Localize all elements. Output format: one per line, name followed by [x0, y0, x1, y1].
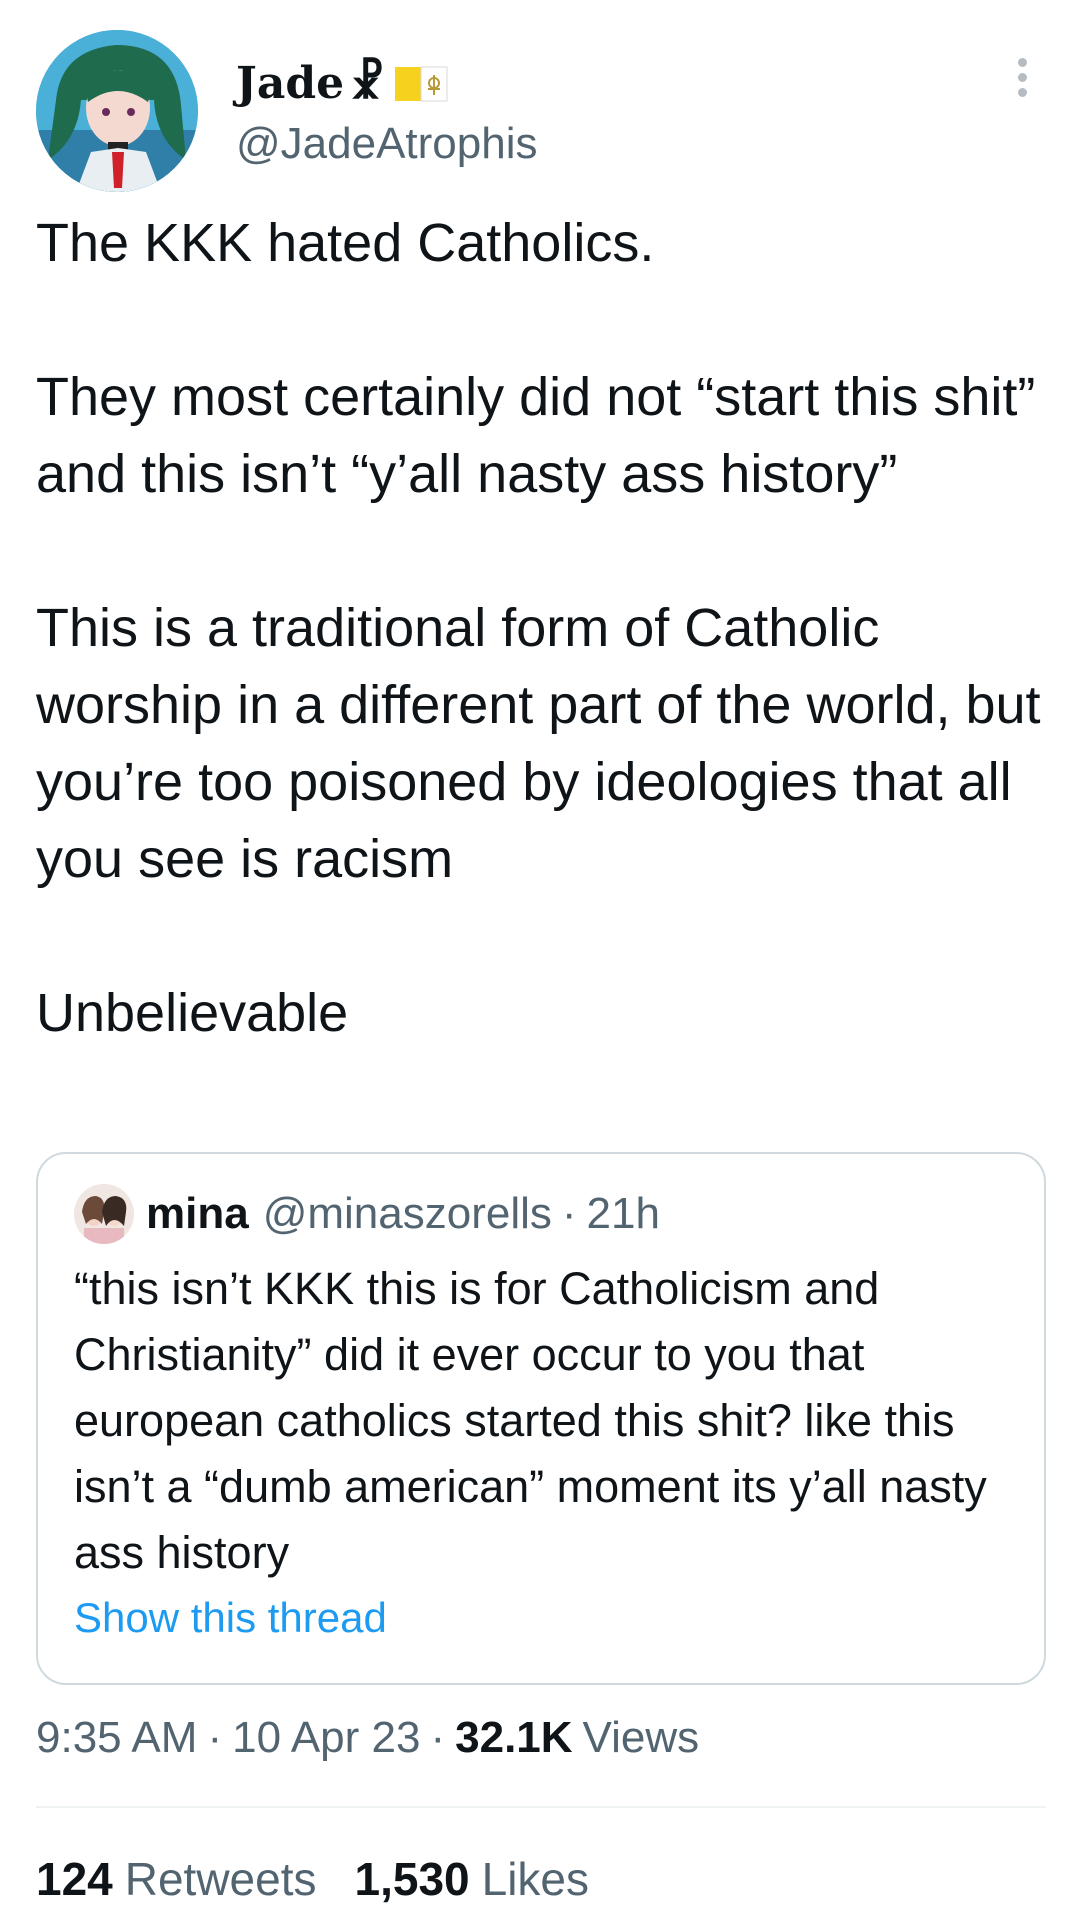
views-count: 32.1K [455, 1713, 573, 1762]
quoted-timestamp[interactable]: 21h [587, 1188, 660, 1240]
display-name-text: Jade [236, 58, 345, 109]
quoted-tweet-text: “this isn’t KKK this is for Catholicism … [74, 1263, 987, 1578]
divider [36, 1806, 1046, 1808]
meta-separator-2: · [430, 1713, 446, 1762]
quoted-author-name[interactable]: mina [146, 1188, 249, 1240]
likes-stat[interactable]: 1,530 Likes [355, 1852, 590, 1906]
likes-label: Likes [481, 1853, 590, 1905]
chi-rho-symbol: ☧ [350, 58, 385, 109]
meta-separator-1: · [207, 1713, 223, 1762]
tweet-text: The KKK hated Catholics. They most certa… [36, 205, 1046, 1052]
author-handle[interactable]: @JadeAtrophis [236, 118, 538, 170]
quoted-author-handle[interactable]: @minaszorells [263, 1188, 552, 1240]
tweet-paragraph-4: Unbelievable [36, 983, 349, 1043]
vatican-flag-icon [393, 63, 449, 105]
show-thread-link[interactable]: Show this thread [74, 1592, 387, 1644]
likes-count: 1,530 [354, 1853, 470, 1905]
retweets-label: Retweets [124, 1853, 317, 1905]
retweets-count: 124 [36, 1853, 113, 1905]
quoted-tweet-card[interactable]: mina @minaszorells · 21h “this isn’t KKK… [36, 1152, 1046, 1685]
quoted-author-avatar[interactable] [74, 1184, 134, 1244]
tweet-paragraph-2: They most certainly did not “start this … [36, 367, 1051, 504]
tweet-page: Jade ☧ @JadeAtrophis The KKK hated Catho… [0, 0, 1079, 1921]
author-display-name[interactable]: Jade ☧ [236, 58, 449, 110]
tweet-paragraph-1: The KKK hated Catholics. [36, 213, 655, 273]
author-avatar[interactable] [36, 30, 198, 192]
quoted-tweet-header: mina @minaszorells · 21h [74, 1184, 660, 1244]
more-vertical-icon[interactable] [1010, 58, 1034, 104]
tweet-meta: 9:35 AM · 10 Apr 23 · 32.1K Views [36, 1712, 699, 1764]
quoted-separator: · [561, 1189, 577, 1238]
tweet-stats: 124 Retweets 1,530 Likes [36, 1852, 627, 1906]
tweet-time[interactable]: 9:35 AM [36, 1712, 197, 1764]
tweet-date[interactable]: 10 Apr 23 [232, 1712, 420, 1764]
views-label: Views [582, 1713, 700, 1762]
retweets-stat[interactable]: 124 Retweets [36, 1852, 317, 1906]
tweet-paragraph-3: This is a traditional form of Catholic w… [36, 598, 1056, 889]
